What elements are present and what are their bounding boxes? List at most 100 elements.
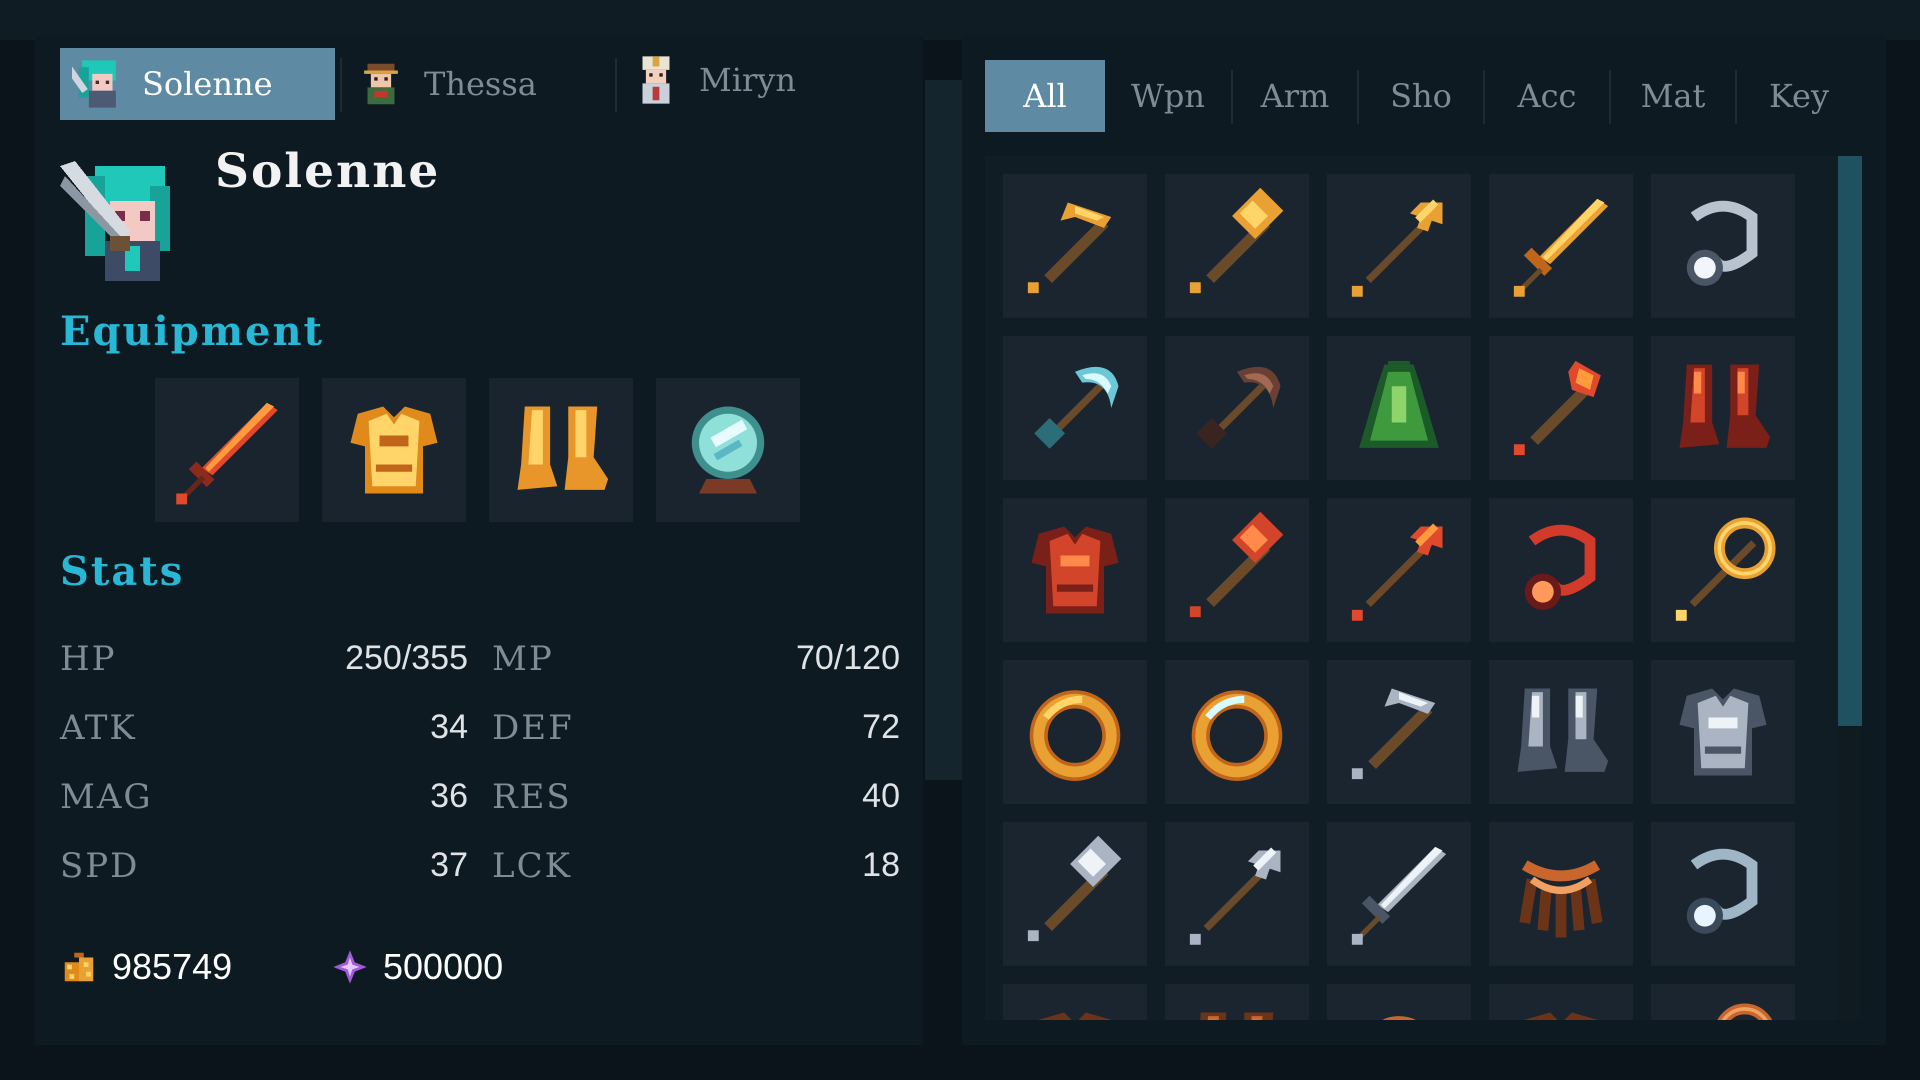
ruby-amulet-icon [1524, 524, 1596, 610]
inventory-slot[interactable] [1003, 498, 1147, 642]
inventory-slot[interactable] [1003, 336, 1147, 480]
steel-pickaxe-icon [1351, 688, 1436, 780]
tab-label: Sho [1390, 77, 1452, 115]
stat-label-res: RES [492, 777, 572, 817]
silver-amulet-icon [1686, 200, 1758, 286]
tab-label: Acc [1517, 77, 1577, 115]
equip-slot-weapon[interactable] [155, 378, 299, 522]
inventory-slot[interactable] [1165, 660, 1309, 804]
inventory-slot[interactable] [1327, 498, 1471, 642]
inventory-slot[interactable] [1651, 336, 1795, 480]
stat-label-hp: HP [60, 639, 117, 679]
inventory-slot[interactable] [1003, 660, 1147, 804]
stat-label-lck: LCK [492, 846, 572, 886]
equip-slot-shoes[interactable] [489, 378, 633, 522]
steel-trident-icon [1189, 847, 1281, 945]
stat-value-spd: 37 [430, 846, 468, 884]
inventory-slot[interactable] [1651, 498, 1795, 642]
red-boots-icon [1679, 364, 1771, 448]
stat-value-lck: 18 [862, 846, 900, 884]
tab-materials[interactable]: Mat [1611, 60, 1735, 132]
equip-slot-armor[interactable] [322, 378, 466, 522]
inventory-slot[interactable] [1165, 336, 1309, 480]
tab-thessa[interactable]: Thessa [342, 48, 612, 120]
background-strip [0, 0, 1920, 40]
character-tabs: Solenne Thessa Miryn [60, 48, 920, 120]
inventory-slot[interactable] [1489, 984, 1633, 1020]
tab-shoes[interactable]: Sho [1359, 60, 1483, 132]
stat-label-mag: MAG [60, 777, 153, 817]
gem-counter: 500000 [331, 942, 503, 992]
inventory-slot[interactable] [1327, 336, 1471, 480]
inventory-slot[interactable] [1489, 660, 1633, 804]
cleric-portrait-icon [642, 56, 670, 104]
pearl-amulet-icon [1686, 848, 1758, 934]
inventory-slot[interactable] [1003, 984, 1147, 1020]
copper-boots-icon [1200, 1012, 1274, 1020]
coin-bag-icon [64, 952, 94, 982]
gold-ring-icon [1029, 690, 1121, 781]
gold-counter: 985749 [60, 942, 232, 992]
copper-staff-icon [1717, 1003, 1773, 1020]
stat-value-def: 72 [862, 708, 900, 746]
tab-key-items[interactable]: Key [1737, 60, 1861, 132]
inventory-slot[interactable] [1003, 822, 1147, 966]
gold-hammer-icon [1189, 188, 1284, 294]
copper-armor-icon [1524, 1012, 1598, 1020]
equip-slot-accessory[interactable] [656, 378, 800, 522]
inventory-slot[interactable] [1003, 174, 1147, 318]
gold-trident-icon [1351, 199, 1443, 297]
teal-haired-knight-icon [60, 161, 170, 281]
inventory-slot[interactable] [1165, 984, 1309, 1020]
inventory-slot[interactable] [1165, 822, 1309, 966]
stat-value-atk: 34 [430, 708, 468, 746]
inventory-slot[interactable] [1489, 498, 1633, 642]
inventory-slot[interactable] [1489, 336, 1633, 480]
tab-accessories[interactable]: Acc [1485, 60, 1609, 132]
inventory-slot[interactable] [1651, 174, 1795, 318]
dark-scythe-icon [1196, 366, 1281, 449]
equipment-slots [155, 378, 855, 522]
background-scene [925, 80, 967, 780]
inventory-slot[interactable] [1327, 984, 1471, 1020]
tab-armor[interactable]: Arm [1233, 60, 1357, 132]
tab-solenne[interactable]: Solenne [60, 48, 335, 120]
adventurer-portrait-icon [364, 63, 398, 105]
inventory-slot[interactable] [1327, 174, 1471, 318]
inventory-panel: All Wpn Arm Sho Acc Mat Key [962, 36, 1886, 1045]
inventory-slot[interactable] [1165, 174, 1309, 318]
tab-weapons[interactable]: Wpn [1105, 60, 1231, 132]
tab-label: Wpn [1131, 77, 1205, 115]
inventory-slot[interactable] [1327, 822, 1471, 966]
tab-miryn[interactable]: Miryn [617, 44, 867, 116]
equipment-title: Equipment [60, 308, 325, 355]
diamond-ring-icon [1191, 690, 1283, 781]
inventory-slot[interactable] [1651, 984, 1795, 1020]
inventory-slot[interactable] [1651, 822, 1795, 966]
stat-value-mag: 36 [430, 777, 468, 815]
stat-value-res: 40 [862, 777, 900, 815]
tab-label: Miryn [699, 61, 796, 99]
gold-amount: 985749 [112, 946, 233, 987]
inventory-slot[interactable] [1165, 498, 1309, 642]
inventory-scrollbar[interactable] [1838, 156, 1862, 1020]
steel-sword-icon [1351, 846, 1447, 945]
fire-axe-icon [1513, 360, 1601, 456]
stat-value-mp: 70/120 [796, 639, 900, 677]
tab-label: Thessa [424, 65, 537, 103]
tab-label: Arm [1260, 77, 1330, 115]
inventory-slot[interactable] [1489, 174, 1633, 318]
tab-all[interactable]: All [985, 60, 1105, 132]
inventory-slot[interactable] [1651, 660, 1795, 804]
copper-helm-icon [1382, 1016, 1416, 1020]
gold-sword-icon [1513, 198, 1609, 297]
gold-boots-icon [517, 406, 609, 490]
steel-boots-icon [1517, 688, 1609, 772]
scrollbar-thumb[interactable] [1838, 156, 1862, 726]
inventory-slot[interactable] [1489, 822, 1633, 966]
inventory-slot[interactable] [1327, 660, 1471, 804]
tab-label: All [1023, 77, 1067, 115]
ice-scythe-icon [1034, 366, 1119, 449]
copper-armor-icon [1038, 1012, 1112, 1020]
stat-label-atk: ATK [60, 708, 137, 748]
